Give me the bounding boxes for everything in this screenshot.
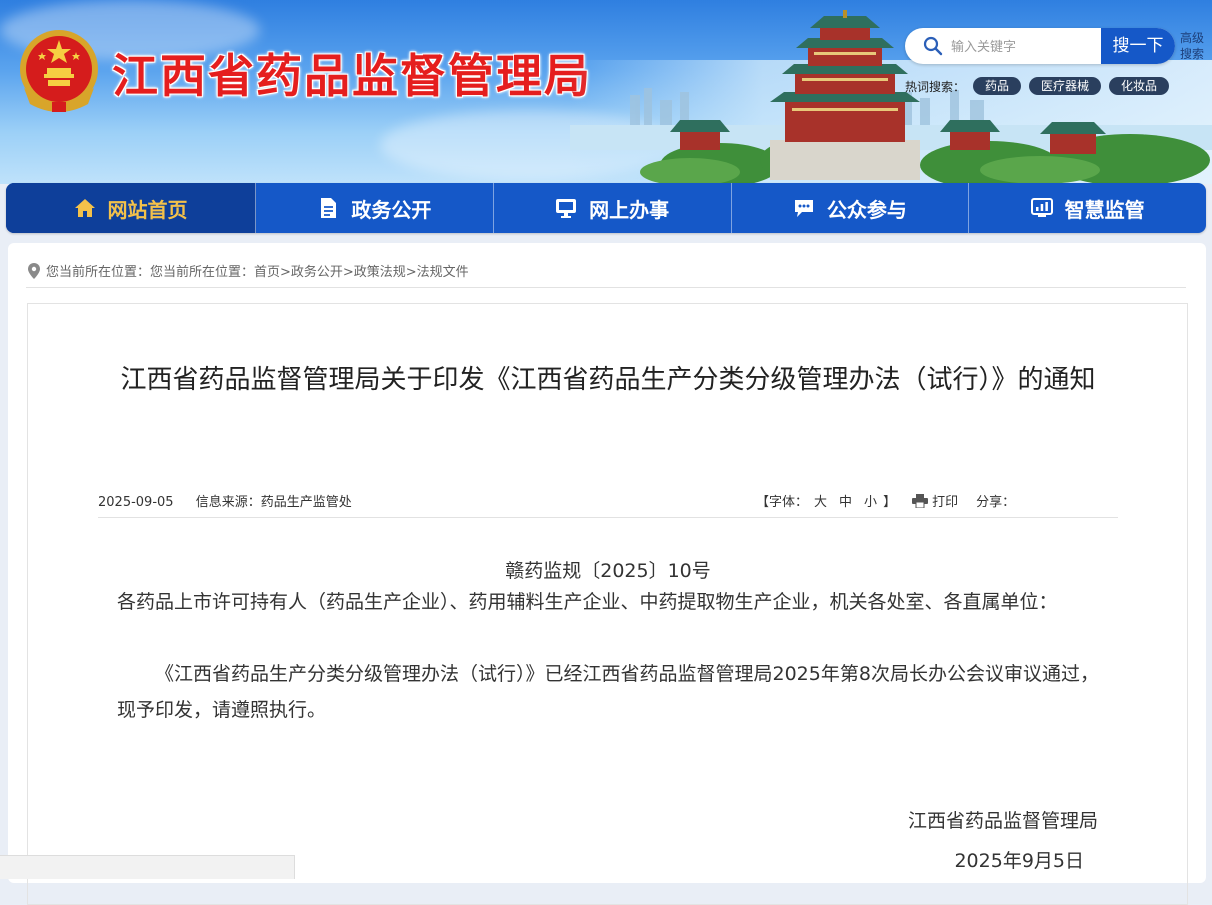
info-source: 信息来源：药品生产监管处: [195, 495, 352, 510]
divider: [98, 517, 1118, 518]
chat-icon: [794, 200, 813, 217]
signature-organization: 江西省药品监督管理局: [907, 810, 1098, 832]
font-size-label: 【字体：: [756, 495, 809, 510]
content-panel: 您当前所在位置：您当前所在位置：首页>政务公开>政策法规>法规文件 江西省药品监…: [8, 243, 1206, 905]
nav-item-label: 政务公开: [351, 197, 432, 222]
nav-item-home[interactable]: 网站首页: [6, 183, 256, 233]
search-icon: [923, 36, 943, 56]
nav-item-label: 网站首页: [107, 197, 188, 222]
body-paragraph: 《江西省药品生产分类分级管理办法（试行）》已经江西省药品监督管理局2025年第8…: [117, 663, 1099, 721]
hot-words-label: 热词搜索：: [905, 79, 966, 94]
site-header: 江西省药品监督管理局 输入关键字 搜一下 高级搜索 热词搜索： 药品 医疗器械 …: [0, 0, 1212, 184]
font-size-close: 】: [883, 495, 897, 510]
search-input[interactable]: [949, 34, 1103, 60]
document-icon: [321, 198, 337, 218]
font-size-medium-button[interactable]: 中: [839, 491, 852, 510]
nav-item-public-participation[interactable]: 公众参与: [732, 183, 970, 233]
breadcrumb: 您当前所在位置：您当前所在位置：首页>政务公开>政策法规>法规文件: [28, 261, 469, 280]
font-size-large-button[interactable]: 大: [814, 491, 827, 510]
hot-words: 热词搜索： 药品 医疗器械 化妆品: [905, 76, 1177, 96]
recipients-paragraph: 各药品上市许可持有人（药品生产企业）、药用辅料生产企业、中药提取物生产企业，机关…: [117, 591, 1058, 613]
breadcrumb-text[interactable]: 您当前所在位置：您当前所在位置：首页>政务公开>政策法规>法规文件: [46, 261, 469, 280]
search-button[interactable]: 搜一下: [1101, 28, 1175, 64]
print-icon[interactable]: [912, 493, 929, 508]
location-pin-icon: [28, 262, 40, 279]
monitor-icon: [556, 199, 577, 218]
article-meta: 2025-09-05 信息来源：药品生产监管处: [98, 491, 370, 510]
advanced-search-link[interactable]: 高级搜索: [1180, 30, 1208, 62]
nav-item-label: 网上办事: [589, 197, 670, 222]
print-button[interactable]: 打印: [932, 491, 958, 510]
article-title: 江西省药品监督管理局关于印发《江西省药品生产分类分级管理办法（试行）》的通知: [120, 365, 1096, 395]
document-number: 赣药监规〔2025〕10号: [505, 560, 711, 582]
main-nav: 网站首页 政务公开 网上办事 公众参与 智慧监管: [6, 183, 1206, 233]
article-tools: 【字体： 大 中 小 】 打印 分享：: [756, 491, 1015, 510]
search-box: 搜一下: [905, 28, 1175, 64]
hot-word-cosmetics[interactable]: 化妆品: [1109, 77, 1170, 95]
hot-word-drug[interactable]: 药品: [973, 77, 1022, 95]
nav-item-label: 智慧监管: [1064, 197, 1145, 222]
bottom-status-bar: [0, 855, 295, 879]
divider: [26, 287, 1186, 288]
nav-item-government-affairs[interactable]: 政务公开: [256, 183, 494, 233]
site-title: 江西省药品监督管理局: [112, 49, 592, 103]
dashboard-icon: [1030, 198, 1053, 217]
publish-date: 2025-09-05: [98, 495, 174, 510]
share-label: 分享：: [976, 495, 1016, 510]
nav-item-label: 公众参与: [826, 197, 907, 222]
hot-word-medical-device[interactable]: 医疗器械: [1029, 77, 1102, 95]
font-size-small-button[interactable]: 小: [864, 491, 877, 510]
article: 江西省药品监督管理局关于印发《江西省药品生产分类分级管理办法（试行）》的通知 2…: [27, 303, 1188, 905]
signature-date: 2025年9月5日: [954, 850, 1084, 872]
nav-item-online-service[interactable]: 网上办事: [494, 183, 732, 233]
nav-item-smart-supervision[interactable]: 智慧监管: [969, 183, 1206, 233]
national-emblem-icon: [20, 30, 98, 112]
home-icon: [74, 199, 95, 217]
